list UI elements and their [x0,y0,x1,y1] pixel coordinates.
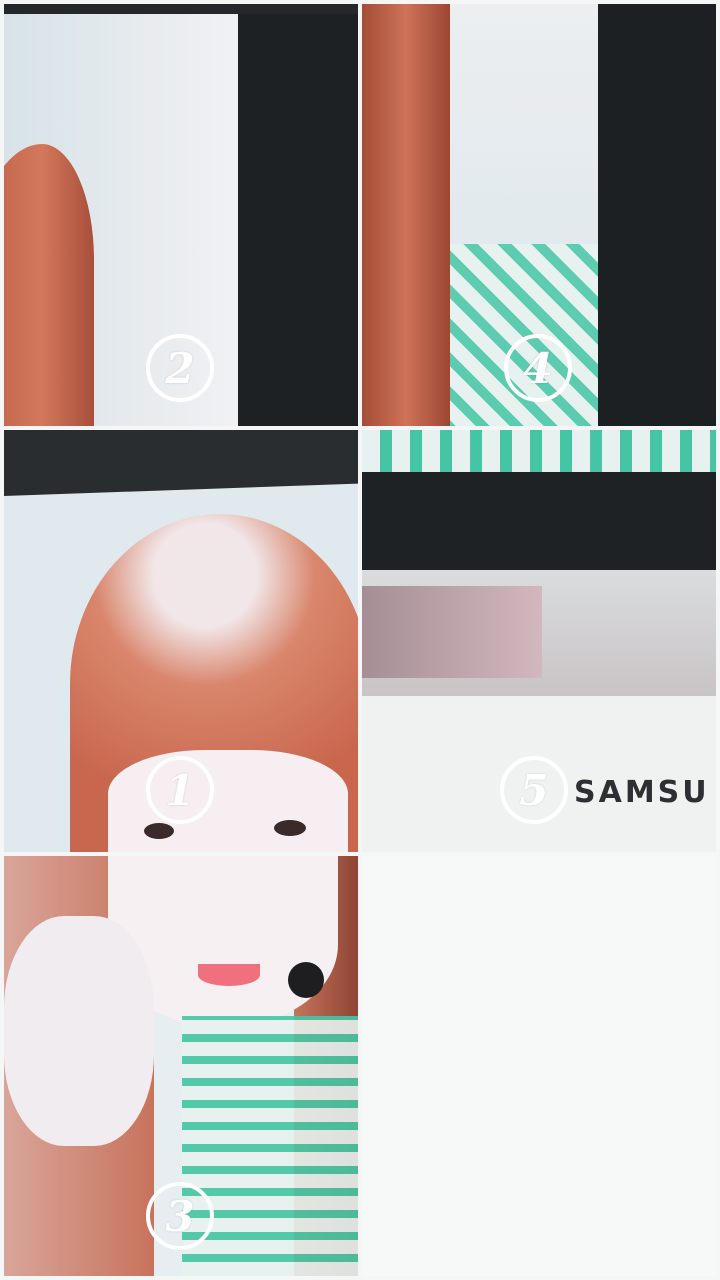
face [108,750,348,852]
number-badge: 4 [504,334,572,402]
number-badge: 1 [146,756,214,824]
screen-bezel [238,4,358,426]
laptop-bezel [362,472,716,570]
number-badge: 2 [146,334,214,402]
headset-mic [288,962,324,998]
photo-tile-5[interactable]: SAMSU 5 [362,430,716,852]
photo-tile-3[interactable]: 3 [4,856,358,1276]
eye-left [144,823,174,839]
screen-bezel-top [4,430,358,496]
number-badge: 3 [146,1182,214,1250]
photo-tile-1[interactable]: 1 [4,430,358,852]
eye-right [274,820,306,836]
hand [4,916,154,1146]
shirt [182,1016,358,1276]
photo-grid: 2 4 1 SAMSU 5 3 [0,0,720,1280]
screen-bezel [598,4,716,426]
photo-tile-2[interactable]: 2 [4,4,358,426]
number-badge: 5 [500,756,568,824]
screen-image [362,586,542,678]
hair-strand [4,144,94,426]
photo-tile-4[interactable]: 4 [362,4,716,426]
brand-logo: SAMSU [574,775,710,810]
empty-slot [362,856,716,1276]
screen-bezel-top [4,4,358,14]
hair-strand [362,4,450,426]
mouth [198,964,260,986]
shirt-strip [362,430,716,472]
